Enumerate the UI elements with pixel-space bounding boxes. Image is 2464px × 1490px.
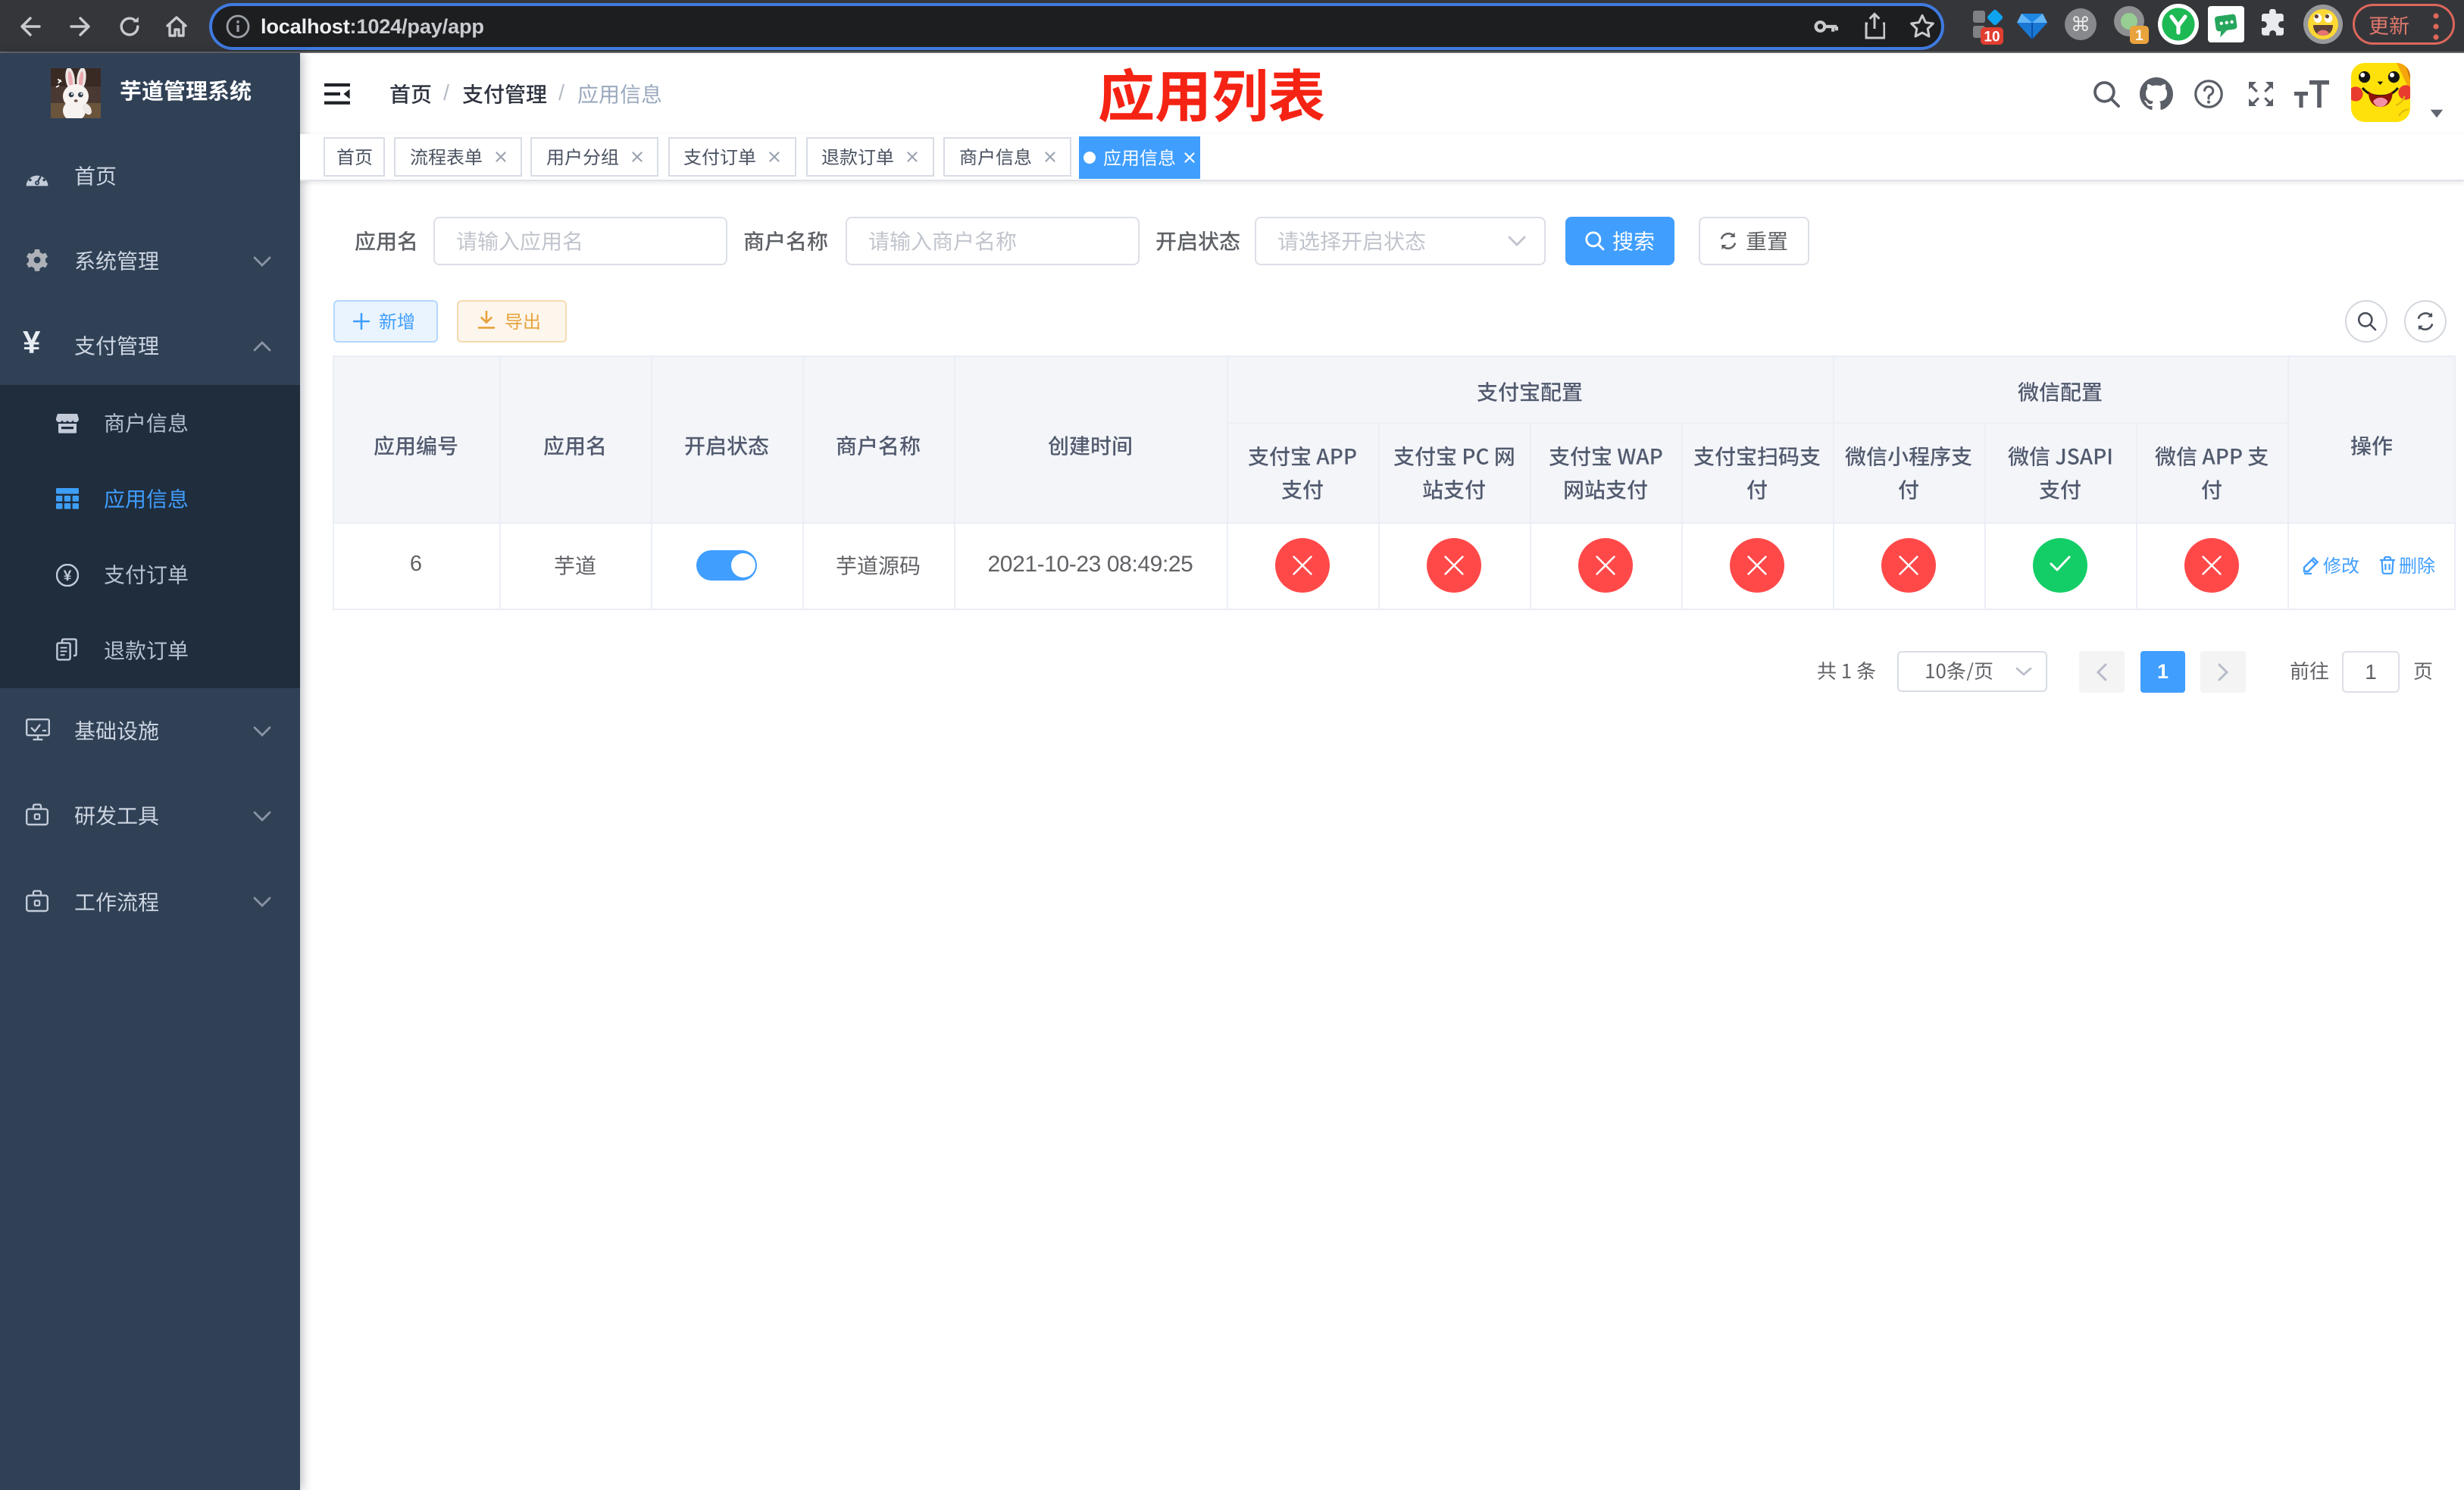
svg-text:¥: ¥ — [64, 568, 72, 584]
svg-text:⌘: ⌘ — [2071, 13, 2090, 36]
svg-text:1: 1 — [2135, 28, 2143, 44]
svg-text:10: 10 — [1984, 30, 2000, 45]
